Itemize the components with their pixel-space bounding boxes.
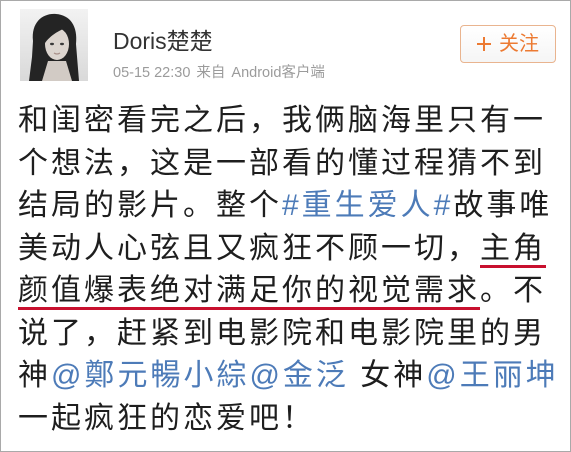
highlight-underline: 主角 [480, 231, 546, 265]
post-text: 神 [18, 359, 51, 392]
post-text: 美动人心弦且又疯狂不顾一切， [18, 231, 480, 265]
mention-link[interactable]: @鄭元暢小綜 [51, 359, 249, 392]
post-body: 和闺密看完之后，我俩脑海里只有一 个想法，这是一部看的懂过程猜不到 结局的影片。… [18, 100, 568, 440]
mention-link[interactable]: @王丽坤 [426, 359, 558, 392]
username[interactable]: Doris楚楚 [113, 27, 213, 55]
post-line: 和闺密看完之后，我俩脑海里只有一 [18, 100, 568, 143]
post-text: 个想法，这是一部看的懂过程猜不到 [18, 146, 546, 180]
post-line: 说了，赶紧到电影院和电影院里的男 [18, 313, 568, 356]
post-line: 一起疯狂的恋爱吧！ [18, 398, 568, 441]
post-text: 一起疯狂的恋爱吧！ [18, 401, 315, 435]
topic-link[interactable]: #重生爱人# [282, 189, 453, 222]
follow-button[interactable]: 关注 [460, 25, 556, 63]
post-line: 美动人心弦且又疯狂不顾一切，主角 [18, 228, 568, 271]
post-line: 颜值爆表绝对满足你的视觉需求。不 [18, 270, 568, 313]
highlight-underline: 颜值爆表绝对满足你的视觉需求 [18, 274, 480, 307]
follow-button-label: 关注 [499, 33, 539, 55]
source-prefix: 来自 [196, 65, 226, 81]
avatar[interactable] [20, 9, 88, 81]
post-text: 和闺密看完之后，我俩脑海里只有一 [18, 104, 546, 137]
post-line: 神@鄭元暢小綜@金泛 女神@王丽坤 [18, 355, 568, 398]
post-text: 说了，赶紧到电影院和电影院里的男 [18, 316, 546, 350]
post-line: 结局的影片。整个#重生爱人#故事唯 [18, 185, 568, 228]
post-text: 。不 [480, 274, 546, 307]
post-text: 结局的影片。整个 [18, 189, 282, 222]
post-line: 个想法，这是一部看的懂过程猜不到 [18, 143, 568, 186]
source-link[interactable]: Android客户端 [231, 65, 324, 81]
post-time-link[interactable]: 05-15 22:30 [113, 65, 190, 81]
post-text: 故事唯 [453, 189, 553, 222]
plus-icon [477, 37, 491, 51]
post-text: 女神 [348, 359, 427, 392]
avatar-photo [20, 9, 88, 81]
weibo-post-card: Doris楚楚 05-15 22:30 来自 Android客户端 关注 和闺密看完… [0, 0, 571, 452]
post-meta: 05-15 22:30 来自 Android客户端 [113, 64, 325, 82]
mention-link[interactable]: @金泛 [249, 359, 348, 392]
